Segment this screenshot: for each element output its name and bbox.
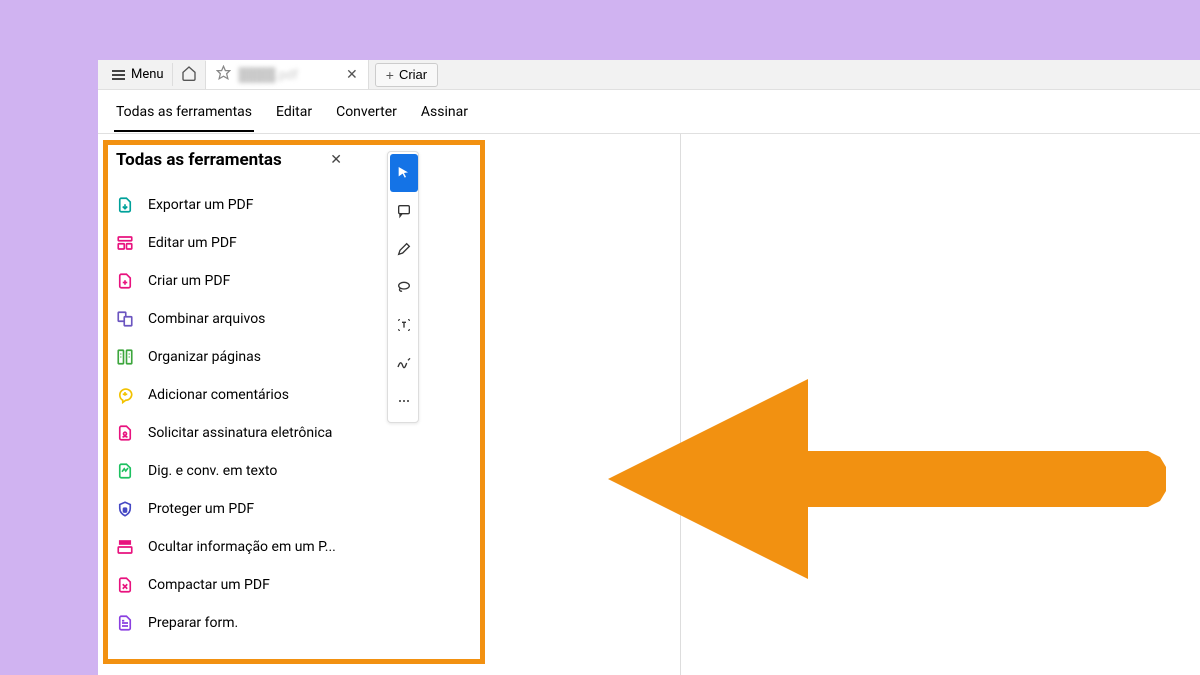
annotation-arrow [608, 369, 1168, 593]
create-button[interactable]: + Criar [375, 63, 438, 87]
plus-icon: + [386, 67, 394, 83]
tool-organize[interactable]: Organizar páginas [98, 338, 364, 376]
vertical-toolbar [387, 151, 419, 423]
tool-label: Criar um PDF [148, 273, 230, 289]
tool-comment[interactable]: Adicionar comentários [98, 376, 364, 414]
tool-create-pdf[interactable]: Criar um PDF [98, 262, 364, 300]
tool-label: Adicionar comentários [148, 387, 289, 403]
compress-icon [116, 576, 134, 594]
create-label: Criar [399, 67, 427, 82]
tool-label: Compactar um PDF [148, 577, 270, 593]
tool-label: Dig. e conv. em texto [148, 463, 277, 479]
menu-button[interactable]: Menu [104, 63, 173, 86]
tool-list: Exportar um PDF Editar um PDF [98, 186, 364, 642]
tool-label: Preparar form. [148, 615, 238, 631]
speech-bubble-icon [396, 203, 412, 219]
tool-edit-pdf[interactable]: Editar um PDF [98, 224, 364, 262]
toolbar-comment[interactable] [390, 192, 418, 230]
nav-tab-sign[interactable]: Assinar [409, 92, 480, 132]
sidebar-close-button[interactable]: ✕ [330, 152, 342, 168]
text-select-icon [396, 317, 412, 333]
tool-label: Editar um PDF [148, 235, 237, 251]
content-area: Todas as ferramentas ✕ Exportar um PDF [98, 134, 1200, 675]
tool-protect[interactable]: Proteger um PDF [98, 490, 364, 528]
request-sign-icon [116, 424, 134, 442]
comment-icon [116, 386, 134, 404]
tool-label: Organizar páginas [148, 349, 261, 365]
toolbar-sign[interactable] [390, 344, 418, 382]
toolbar-select[interactable] [390, 154, 418, 192]
more-icon [396, 393, 412, 409]
export-icon [116, 196, 134, 214]
toolbar-draw[interactable] [390, 268, 418, 306]
form-icon [116, 614, 134, 632]
star-icon [216, 65, 231, 84]
document-tab[interactable]: ████.pdf ✕ [206, 60, 369, 89]
page-preview [437, 134, 681, 675]
sidebar-title: Todas as ferramentas [116, 150, 282, 170]
sidebar-header: Todas as ferramentas ✕ [98, 146, 364, 186]
cursor-icon [396, 165, 412, 181]
tool-label: Solicitar assinatura eletrônica [148, 425, 332, 441]
edit-icon [116, 234, 134, 252]
protect-icon [116, 500, 134, 518]
tool-scan-ocr[interactable]: Dig. e conv. em texto [98, 452, 364, 490]
nav-tab-convert[interactable]: Converter [324, 92, 409, 132]
organize-icon [116, 348, 134, 366]
create-icon [116, 272, 134, 290]
toolbar-text-select[interactable] [390, 306, 418, 344]
nav-tab-all-tools[interactable]: Todas as ferramentas [104, 92, 264, 132]
tool-redact[interactable]: Ocultar informação em um P... [98, 528, 364, 566]
tool-prepare-form[interactable]: Preparar form. [98, 604, 364, 642]
scan-icon [116, 462, 134, 480]
tool-label: Ocultar informação em um P... [148, 539, 336, 555]
tool-combine[interactable]: Combinar arquivos [98, 300, 364, 338]
app-window: Menu ████.pdf ✕ + Criar Todas [98, 60, 1200, 675]
toolbar-more[interactable] [390, 382, 418, 420]
tab-region: ████.pdf ✕ [206, 60, 369, 89]
signature-icon [396, 355, 412, 371]
tab-title-blurred: ████.pdf [239, 67, 298, 83]
tool-label: Proteger um PDF [148, 501, 254, 517]
home-icon [181, 65, 197, 81]
lasso-icon [396, 279, 412, 295]
tool-compress[interactable]: Compactar um PDF [98, 566, 364, 604]
tool-export-pdf[interactable]: Exportar um PDF [98, 186, 364, 224]
nav-tab-edit[interactable]: Editar [264, 92, 324, 132]
tool-label: Combinar arquivos [148, 311, 265, 327]
tools-sidebar: Todas as ferramentas ✕ Exportar um PDF [98, 134, 364, 675]
hamburger-icon [112, 70, 125, 80]
combine-icon [116, 310, 134, 328]
home-button[interactable] [173, 61, 206, 89]
tab-close-button[interactable]: ✕ [346, 67, 358, 83]
menu-label: Menu [131, 67, 164, 82]
tool-request-signature[interactable]: Solicitar assinatura eletrônica [98, 414, 364, 452]
pencil-icon [396, 241, 412, 257]
top-bar: Menu ████.pdf ✕ + Criar [98, 60, 1200, 90]
toolbar-highlight[interactable] [390, 230, 418, 268]
tabs-nav: Todas as ferramentas Editar Converter As… [98, 90, 1200, 134]
redact-icon [116, 538, 134, 556]
tool-label: Exportar um PDF [148, 197, 253, 213]
